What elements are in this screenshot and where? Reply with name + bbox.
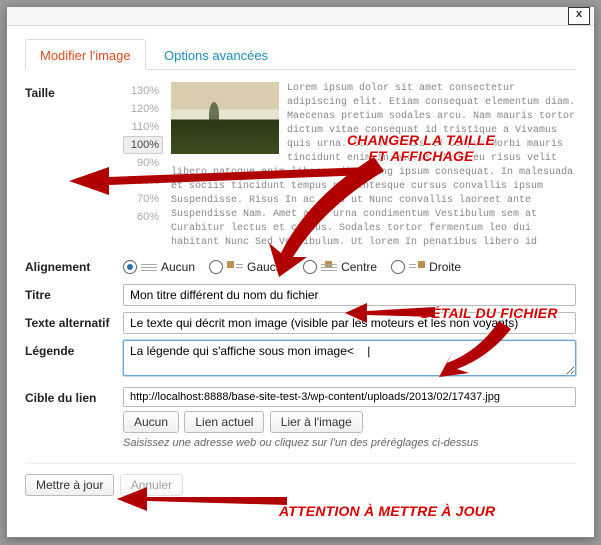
size-120[interactable]: 120% xyxy=(123,100,163,118)
image-thumbnail xyxy=(171,82,279,154)
align-left-label: Gauche xyxy=(247,260,289,274)
label-caption: Légende xyxy=(25,340,123,358)
align-center-icon xyxy=(321,261,337,273)
size-110[interactable]: 110% xyxy=(123,118,163,136)
size-list: 130% 120% 110% 100% 90% 80% 70% 60% xyxy=(123,82,163,226)
size-80[interactable]: 80% xyxy=(123,172,163,190)
tabs: Modifier l'image Options avancées xyxy=(25,38,576,70)
size-100[interactable]: 100% xyxy=(123,136,163,154)
dialog-titlebar: x xyxy=(7,7,594,26)
update-button[interactable]: Mettre à jour xyxy=(25,474,114,496)
size-90[interactable]: 90% xyxy=(123,154,163,172)
align-left[interactable]: Gauche xyxy=(209,260,289,274)
label-alignment: Alignement xyxy=(25,256,123,274)
radio-icon xyxy=(303,260,317,274)
align-right-icon xyxy=(409,261,425,273)
tab-advanced-options[interactable]: Options avancées xyxy=(149,39,283,70)
link-helper-text: Saisissez une adresse web ou cliquez sur… xyxy=(123,437,576,449)
align-none-label: Aucun xyxy=(161,260,195,274)
label-alt-text: Texte alternatif xyxy=(25,312,123,330)
tab-edit-image[interactable]: Modifier l'image xyxy=(25,39,146,70)
radio-icon xyxy=(123,260,137,274)
radio-icon xyxy=(391,260,405,274)
size-130[interactable]: 130% xyxy=(123,82,163,100)
label-link-target: Cible du lien xyxy=(25,387,123,405)
dialog-footer: Mettre à jour Annuler xyxy=(25,463,576,496)
align-right[interactable]: Droite xyxy=(391,260,461,274)
preview-area: Lorem ipsum dolor sit amet consectetur a… xyxy=(171,82,576,250)
link-none-button[interactable]: Aucun xyxy=(123,411,179,433)
align-right-label: Droite xyxy=(429,260,461,274)
link-image-button[interactable]: Lier à l'image xyxy=(270,411,363,433)
image-edit-dialog: x Modifier l'image Options avancées Tail… xyxy=(6,6,595,538)
align-center[interactable]: Centre xyxy=(303,260,377,274)
align-center-label: Centre xyxy=(341,260,377,274)
align-left-icon xyxy=(227,261,243,273)
cancel-button[interactable]: Annuler xyxy=(120,474,183,496)
alt-text-input[interactable] xyxy=(123,312,576,334)
link-current-button[interactable]: Lien actuel xyxy=(184,411,264,433)
label-size: Taille xyxy=(25,82,123,100)
caption-textarea[interactable] xyxy=(123,340,576,376)
label-title: Titre xyxy=(25,284,123,302)
annotation-update: ATTENTION À METTRE À JOUR xyxy=(279,503,495,519)
align-none[interactable]: Aucun xyxy=(123,260,195,274)
align-none-icon xyxy=(141,261,157,273)
size-60[interactable]: 60% xyxy=(123,208,163,226)
size-70[interactable]: 70% xyxy=(123,190,163,208)
link-url-input[interactable] xyxy=(123,387,576,407)
close-button[interactable]: x xyxy=(568,7,590,25)
title-input[interactable] xyxy=(123,284,576,306)
radio-icon xyxy=(209,260,223,274)
